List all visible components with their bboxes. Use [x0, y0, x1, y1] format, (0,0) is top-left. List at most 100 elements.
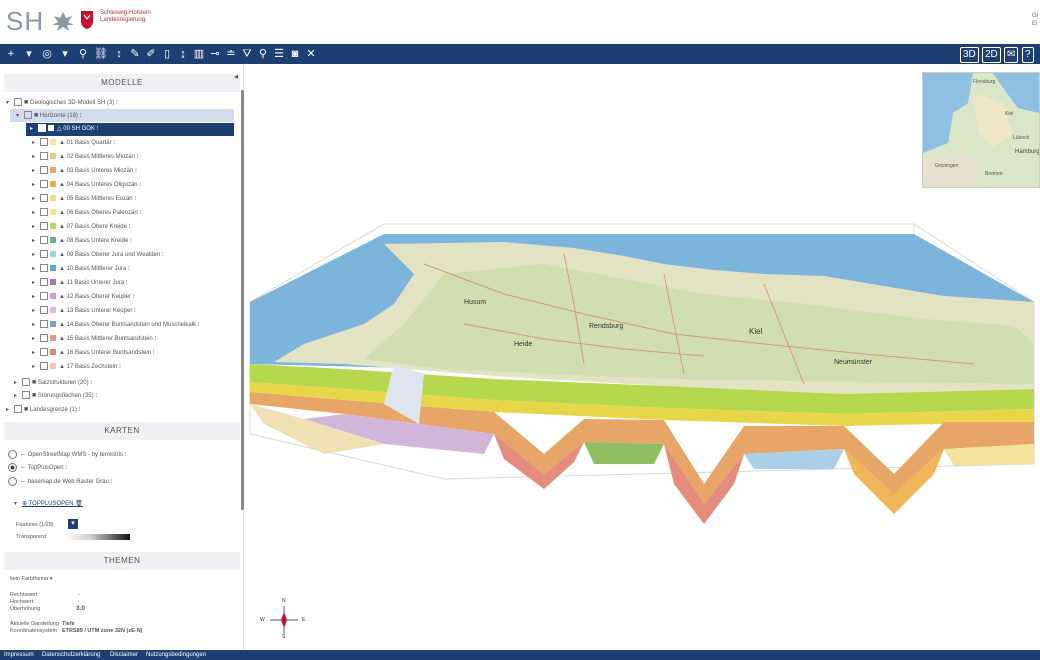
theme-select[interactable]: kein Farbthema ▾: [10, 576, 53, 583]
expand-icon[interactable]: ▸: [32, 277, 40, 290]
section-modelle[interactable]: MODELLE: [4, 74, 240, 92]
pin-icon[interactable]: ⚲: [76, 47, 90, 61]
view-3d-button[interactable]: 3D: [960, 47, 979, 63]
pencil-icon[interactable]: ✎: [128, 47, 142, 61]
tree-item-04[interactable]: ▸ ▲ 04 Basis Unteres Oligozän ⁝: [32, 179, 141, 192]
tree-root[interactable]: ▾ ■ Geologisches 3D-Modell SH (3) ⁝: [6, 96, 118, 109]
fullscreen-icon[interactable]: ✕: [304, 47, 318, 61]
transparency-slider[interactable]: [66, 534, 130, 540]
tree-horizonte[interactable]: ▾ ■ Horizonte (18) ⁝: [10, 109, 234, 122]
expand-icon[interactable]: ▸: [32, 151, 40, 164]
layer-checkbox[interactable]: [40, 222, 48, 231]
3d-viewer[interactable]: Rendsburg Kiel Husum Heide Neumünster Fl…: [244, 64, 1040, 650]
expand-icon[interactable]: ▸: [32, 319, 40, 332]
tree-stoerungen[interactable]: ▸ ■ Störungsflächen (35) ⁝: [14, 389, 97, 402]
layer-checkbox[interactable]: [40, 348, 48, 357]
layer-checkbox[interactable]: [40, 278, 48, 287]
plus-icon[interactable]: +: [4, 47, 18, 61]
height-icon[interactable]: ↕: [112, 47, 126, 61]
tree-landesgrenze[interactable]: ▸ ■ Landesgrenze (1) ⁝: [6, 403, 81, 416]
view-2d-button[interactable]: 2D: [982, 47, 1001, 63]
footer-nutzungsbedingungen[interactable]: Nutzungsbedingungen: [146, 651, 206, 659]
expand-icon[interactable]: ▸: [32, 347, 40, 360]
list-icon[interactable]: ☰: [272, 47, 286, 61]
tree-item-02[interactable]: ▸ ▲ 02 Basis Mittleres Miozän ⁝: [32, 151, 139, 164]
expand-icon[interactable]: ▸: [32, 249, 40, 262]
layer-checkbox[interactable]: [40, 292, 48, 301]
tree-item-15[interactable]: ▸ ▲ 15 Basis Mittlerer Buntsandstein ⁝: [32, 333, 156, 346]
tree-item-17[interactable]: ▸ ▲ 17 Basis Zechstein ⁝: [32, 361, 121, 374]
map-option-topplus[interactable]: ⇔ TopPlusOpen ⁝: [8, 462, 67, 474]
header-user-info[interactable]: Gi Ei: [1032, 12, 1038, 28]
layer-checkbox[interactable]: [40, 180, 48, 189]
compass[interactable]: N S W E: [260, 598, 305, 640]
geological-3d-model[interactable]: Rendsburg Kiel Husum Heide Neumünster: [244, 64, 1040, 650]
layer-checkbox[interactable]: [40, 362, 48, 371]
layer-checkbox[interactable]: [40, 236, 48, 245]
zoom-icon[interactable]: ⚲: [256, 47, 270, 61]
section-karten[interactable]: KARTEN: [4, 422, 240, 440]
tree-item-09[interactable]: ▸ ▲ 09 Basis Oberer Jura und Wealden ⁝: [32, 249, 164, 262]
filter-icon[interactable]: ⛛: [240, 47, 254, 61]
layer-checkbox[interactable]: [40, 334, 48, 343]
expand-icon[interactable]: ▸: [32, 263, 40, 276]
section-themen[interactable]: THEMEN: [4, 552, 240, 570]
tree-item-08[interactable]: ▸ ▲ 08 Basis Untere Kreide ⁝: [32, 235, 132, 248]
tree-item-11[interactable]: ▸ ▲ 11 Basis Unterer Jura ⁝: [32, 277, 128, 290]
collapse-panel-icon[interactable]: ◂: [234, 72, 238, 81]
section-icon[interactable]: ▥: [192, 47, 206, 61]
expand-icon[interactable]: ▸: [32, 235, 40, 248]
layer-checkbox[interactable]: [40, 320, 48, 329]
tree-item-16[interactable]: ▸ ▲ 16 Basis Unterer Buntsandstein ⁝: [32, 347, 155, 360]
layer-checkbox[interactable]: [40, 250, 48, 259]
map-option-osm[interactable]: ⇔ OpenStreetMap WMS - by terrestris ⁝: [8, 449, 127, 461]
layer-checkbox[interactable]: [40, 306, 48, 315]
link-icon[interactable]: ⛓: [94, 47, 108, 61]
tree-item-10[interactable]: ▸ ▲ 10 Basis Mittlerer Jura ⁝: [32, 263, 130, 276]
tree-salzstrukturen[interactable]: ▸ ■ Salzstrukturen (20) ⁝: [14, 376, 92, 389]
mail-icon[interactable]: ✉: [1004, 47, 1019, 63]
expand-icon[interactable]: ▸: [32, 165, 40, 178]
footer-datenschutz[interactable]: Datenschutzerklärung: [42, 651, 100, 659]
help-icon[interactable]: ?: [1022, 47, 1034, 63]
tree-item-03[interactable]: ▸ ▲ 03 Basis Unteres Miozän ⁝: [32, 165, 137, 178]
cut-icon[interactable]: ⊸: [208, 47, 222, 61]
tree-item-01[interactable]: ▸ ▲ 01 Basis Quartär ⁝: [32, 137, 115, 150]
layer-checkbox[interactable]: [40, 152, 48, 161]
layer-checkbox[interactable]: [40, 138, 48, 147]
tree-item-12[interactable]: ▸ ▲ 12 Basis Oberer Keuper ⁝: [32, 291, 135, 304]
expand-icon[interactable]: ▸: [32, 137, 40, 150]
camera-icon[interactable]: ◙: [288, 47, 302, 61]
expand-icon[interactable]: ▸: [32, 179, 40, 192]
expand-icon[interactable]: ▸: [32, 305, 40, 318]
target-icon[interactable]: ◎: [40, 47, 54, 61]
ueberhoehung-value[interactable]: 3.0: [76, 605, 85, 612]
layer-checkbox[interactable]: [40, 264, 48, 273]
expand-icon[interactable]: ▸: [32, 207, 40, 220]
features-button[interactable]: ▾: [68, 519, 78, 529]
trash-icon[interactable]: 🗑: [75, 501, 83, 507]
draw-icon[interactable]: ✐: [144, 47, 158, 61]
layers-icon[interactable]: ≐: [224, 47, 238, 61]
tree-item-13[interactable]: ▸ ▲ 13 Basis Unterer Keuper ⁝: [32, 305, 136, 318]
box-icon[interactable]: ▯: [160, 47, 174, 61]
expand-icon[interactable]: ▸: [32, 193, 40, 206]
expand-icon[interactable]: ▸: [32, 333, 40, 346]
layer-checkbox[interactable]: [40, 208, 48, 217]
layer-checkbox[interactable]: [40, 166, 48, 175]
map-option-basemap[interactable]: ⇔ basemap.de Web Raster Grau ⁝: [8, 476, 113, 488]
footer-disclaimer[interactable]: Disclaimer: [110, 651, 138, 659]
footer-impressum[interactable]: Impressum: [4, 651, 34, 659]
expand-icon[interactable]: ▸: [32, 221, 40, 234]
tree-item-07[interactable]: ▸ ▲ 07 Basis Obere Kreide ⁝: [32, 221, 131, 234]
chevron-down-icon[interactable]: ▾: [22, 47, 36, 61]
active-map-layer[interactable]: ▾ ⊕ TOPPLUSOPEN 🗑: [14, 498, 83, 511]
tree-item-06[interactable]: ▸ ▲ 06 Basis Oberes Paleozän ⁝: [32, 207, 141, 220]
expand-icon[interactable]: ▸: [32, 291, 40, 304]
borehole-icon[interactable]: ↨: [176, 47, 190, 61]
tree-item-05[interactable]: ▸ ▲ 05 Basis Mittleres Eozän ⁝: [32, 193, 136, 206]
layer-checkbox[interactable]: [40, 194, 48, 203]
expand-icon[interactable]: ▸: [32, 361, 40, 374]
chevron-down-icon[interactable]: ▾: [58, 47, 72, 61]
overview-minimap[interactable]: Flensburg Kiel Lübeck Hamburg Groningen …: [922, 72, 1040, 188]
